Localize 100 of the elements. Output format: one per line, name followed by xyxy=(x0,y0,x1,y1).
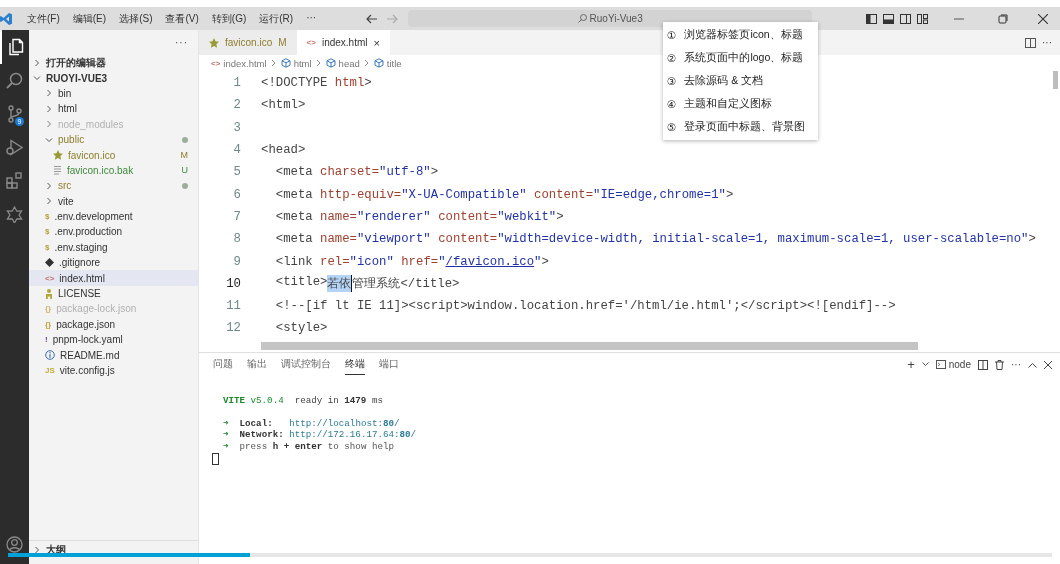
code-line: <meta charset="utf-8"> xyxy=(274,165,439,180)
file-type-icon: {} xyxy=(45,319,52,329)
account-icon[interactable] xyxy=(6,535,23,553)
folder-item[interactable]: html xyxy=(29,101,198,117)
file-item[interactable]: $ .env.development xyxy=(29,208,198,225)
breadcrumb-item[interactable]: head xyxy=(325,57,360,69)
more-actions-button[interactable]: ··· xyxy=(1011,359,1021,370)
code-text: 管理系统</title> xyxy=(352,276,460,293)
line-number: 4 xyxy=(232,143,241,158)
folder-item[interactable]: bin xyxy=(29,85,198,102)
menu-item[interactable]: 选择(S) xyxy=(114,11,158,26)
folder-item[interactable]: vite xyxy=(29,193,198,209)
breadcrumb-item[interactable]: <> index.html xyxy=(211,57,267,69)
menu-item[interactable]: 转到(G) xyxy=(206,11,252,26)
file-item[interactable]: {} package.json xyxy=(29,316,198,333)
chevron-right-icon xyxy=(363,59,370,67)
chevron-down-icon[interactable] xyxy=(45,135,53,144)
more-actions-button[interactable]: ··· xyxy=(1042,37,1052,48)
more-actions-button[interactable]: ··· xyxy=(175,37,188,48)
maximize-icon[interactable] xyxy=(998,13,1008,24)
line-number: 12 xyxy=(225,321,241,336)
menu-item[interactable]: ③ 去除源码 & 文档 xyxy=(663,69,818,93)
file-item[interactable]: favicon.ico M xyxy=(29,147,198,163)
scrollbar-thumb[interactable] xyxy=(1053,71,1058,89)
terminal-selector[interactable]: node xyxy=(935,359,971,370)
menu-item[interactable]: 查看(V) xyxy=(160,11,204,26)
file-item[interactable]: $ .env.staging xyxy=(29,239,198,256)
chevron-right-icon xyxy=(315,59,322,67)
selected-text: 若依 xyxy=(327,275,353,293)
file-type-icon: <> xyxy=(306,38,316,47)
chevron-right-icon[interactable] xyxy=(33,545,41,554)
file-item[interactable]: favicon.ico.bak U xyxy=(29,162,198,179)
folder-item[interactable]: src xyxy=(29,178,198,194)
editor-tab[interactable]: favicon.ico M xyxy=(199,30,297,55)
code-line: <!DOCTYPE html> xyxy=(261,76,372,91)
line-number: 2 xyxy=(232,98,241,113)
trash-icon[interactable] xyxy=(995,359,1004,370)
chevron-down-icon[interactable] xyxy=(33,74,41,83)
editor-tab[interactable]: <> index.html × xyxy=(296,30,390,55)
chevron-up-icon[interactable] xyxy=(1028,361,1037,368)
add-terminal-button[interactable]: + xyxy=(907,357,915,372)
code-text: <title> xyxy=(274,275,328,292)
sidebar-toggle-icon[interactable] xyxy=(866,13,877,24)
code-line: <meta name="renderer" content="webkit"> xyxy=(274,209,564,224)
file-item[interactable]: LICENSE xyxy=(29,285,198,302)
file-item[interactable]: <> index.html xyxy=(29,270,198,286)
breadcrumb-item[interactable]: html xyxy=(280,57,312,69)
layout-grid-icon[interactable] xyxy=(917,13,928,24)
caret-down-icon[interactable] xyxy=(921,362,929,367)
extensions-icon[interactable] xyxy=(6,172,23,190)
code-line: <html> xyxy=(261,98,306,113)
file-item[interactable]: README.md xyxy=(29,347,198,363)
star-icon xyxy=(53,150,63,161)
section-header[interactable]: RUOYI-VUE3 xyxy=(29,70,198,86)
files-icon[interactable] xyxy=(7,37,24,56)
scrollbar-thumb[interactable] xyxy=(261,342,918,350)
search-icon[interactable] xyxy=(6,71,23,89)
panel-tab[interactable]: 输出 xyxy=(247,354,267,375)
menu-item[interactable]: ① 浏览器标签页icon、标题 xyxy=(663,24,818,47)
close-tab-button[interactable]: × xyxy=(373,36,380,49)
line-number: 11 xyxy=(225,299,241,314)
source-control-icon[interactable] xyxy=(6,104,23,123)
close-icon[interactable] xyxy=(1044,360,1052,369)
file-item[interactable]: .gitignore xyxy=(29,255,198,271)
menu-item[interactable]: ④ 主题和自定义图标 xyxy=(663,92,818,116)
panel-tab[interactable]: 端口 xyxy=(379,354,399,375)
panel-tab[interactable]: 终端 xyxy=(345,354,365,375)
back-arrow-icon[interactable] xyxy=(366,13,379,24)
file-type-icon: {} xyxy=(45,304,52,314)
menu-item[interactable]: 运行(R) xyxy=(254,11,299,26)
panel-tab[interactable]: 问题 xyxy=(213,354,233,375)
terminal-cursor xyxy=(212,452,219,465)
file-item[interactable]: $ .env.production xyxy=(29,224,198,240)
menu-item[interactable]: ② 系统页面中的logo、标题 xyxy=(663,46,818,70)
file-type-icon: JS xyxy=(45,366,55,375)
line-number: 1 xyxy=(232,76,241,91)
split-layout-icon[interactable] xyxy=(900,13,911,24)
menu-item[interactable]: ⑤ 登录页面中标题、背景图 xyxy=(663,115,818,138)
run-debug-icon[interactable] xyxy=(6,138,23,156)
folder-item[interactable]: public xyxy=(29,131,198,148)
file-item[interactable]: ! pnpm-lock.yaml xyxy=(29,332,198,348)
split-editor-icon[interactable] xyxy=(1025,37,1036,48)
chevron-right-icon[interactable] xyxy=(33,58,41,67)
menu-item[interactable]: 编辑(E) xyxy=(67,11,112,26)
file-type-icon: <> xyxy=(211,58,221,68)
close-icon[interactable] xyxy=(1038,13,1048,24)
line-number: 6 xyxy=(232,187,241,202)
file-item[interactable]: JS vite.config.js xyxy=(29,362,198,379)
terminal-line: VITE v5.0.4 ready in 1479 ms xyxy=(223,395,383,407)
cube-icon xyxy=(373,58,384,68)
split-terminal-icon[interactable] xyxy=(978,359,988,370)
menu-item[interactable]: ··· xyxy=(301,11,322,26)
line-number: 8 xyxy=(232,232,241,247)
panel-tab[interactable]: 调试控制台 xyxy=(281,354,331,375)
section-header[interactable]: 打开的编辑器 xyxy=(29,55,198,71)
star-icon[interactable] xyxy=(6,205,23,223)
breadcrumb-item[interactable]: title xyxy=(373,57,402,69)
vscode-logo-icon xyxy=(0,12,12,25)
menu-item[interactable]: 文件(F) xyxy=(22,11,65,26)
panel-toggle-icon[interactable] xyxy=(883,13,894,24)
